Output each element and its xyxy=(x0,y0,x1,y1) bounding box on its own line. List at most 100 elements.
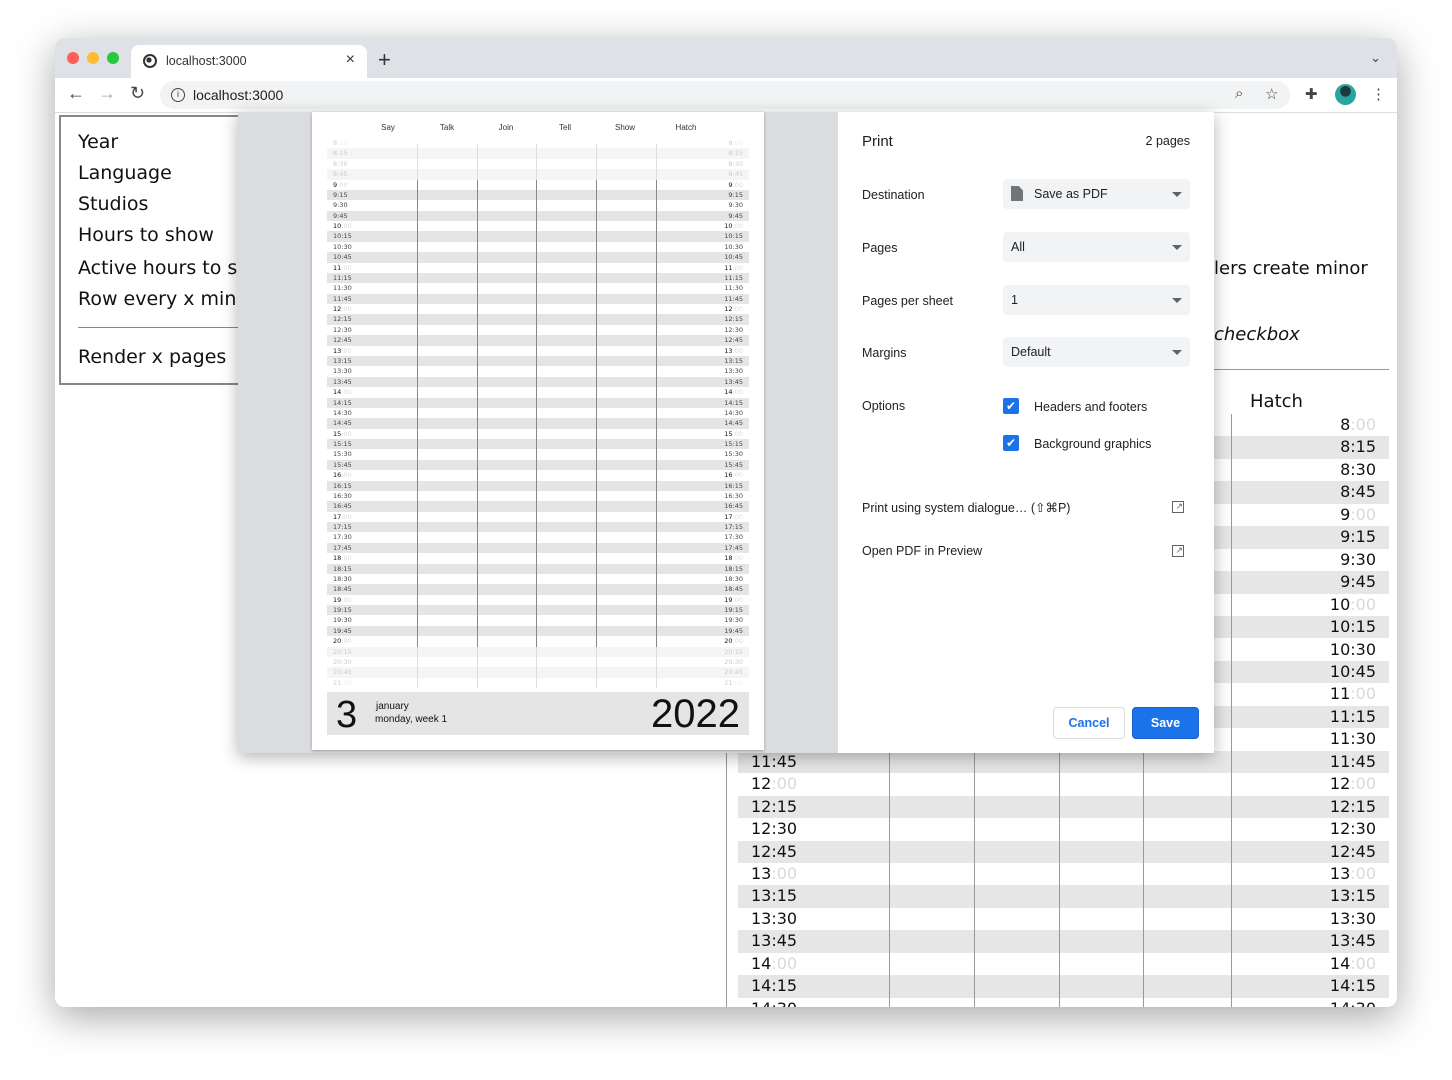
options-label: Options xyxy=(862,399,906,413)
preview-row: 13:30 13:30 xyxy=(327,366,749,376)
tab-close-icon[interactable]: × xyxy=(346,51,355,69)
avatar[interactable] xyxy=(1335,84,1356,105)
time-label: 19:30 xyxy=(724,616,743,625)
time-label: 15:15 xyxy=(724,440,743,449)
time-label: 8:45 xyxy=(1340,482,1376,502)
time-label: 18:00 xyxy=(724,554,743,563)
back-icon[interactable]: ← xyxy=(67,83,85,104)
preview-row: 12:15 12:15 xyxy=(327,314,749,325)
time-label: 20:00 xyxy=(724,637,743,646)
tab-search-chevron-icon[interactable]: ⌄ xyxy=(1370,50,1381,66)
setting-studios[interactable]: Studios xyxy=(78,193,148,215)
margins-select[interactable]: Default xyxy=(1003,337,1190,367)
time-label: 13:00 xyxy=(333,346,352,355)
time-label: 13:45 xyxy=(1329,931,1376,951)
forward-icon[interactable]: → xyxy=(98,83,116,104)
time-label: 13:45 xyxy=(333,377,352,386)
time-label: 16:45 xyxy=(333,502,352,511)
table-row: 14:15 14:15 xyxy=(738,975,1389,998)
open-external-icon[interactable]: ↗ xyxy=(1172,501,1184,513)
time-label: 20:45 xyxy=(333,668,352,677)
preview-row: 21:00 21:00 xyxy=(327,678,749,688)
tab-title: localhost:3000 xyxy=(166,54,247,68)
preview-column-divider xyxy=(656,144,657,180)
destination-select[interactable]: Save as PDF xyxy=(1003,179,1190,209)
time-label: 17:30 xyxy=(333,533,352,542)
maximize-window-button[interactable] xyxy=(107,52,119,64)
open-pdf-link[interactable]: Open PDF in Preview xyxy=(862,544,982,558)
zoom-icon[interactable]: ⌕ xyxy=(1235,85,1243,102)
preview-column-divider xyxy=(477,646,478,689)
time-label: 17:00 xyxy=(724,512,743,521)
reload-icon[interactable]: ↻ xyxy=(130,83,145,104)
time-label: 13:00 xyxy=(724,346,743,355)
preview-row: 17:15 17:15 xyxy=(327,522,749,533)
preview-row: 15:15 15:15 xyxy=(327,439,749,450)
pages-per-sheet-select[interactable]: 1 xyxy=(1003,285,1190,315)
preview-row: 14:00 14:00 xyxy=(327,387,749,397)
setting-active-hours[interactable]: Active hours to sho xyxy=(78,257,261,279)
headers-footers-label[interactable]: Headers and footers xyxy=(1034,400,1147,414)
time-label: 13:45 xyxy=(724,377,743,386)
setting-year[interactable]: Year xyxy=(78,131,118,153)
time-label: 12:15 xyxy=(751,796,798,816)
pages-select[interactable]: All xyxy=(1003,232,1190,262)
time-label: 14:00 xyxy=(724,388,743,397)
preview-column-divider xyxy=(536,179,537,647)
time-label: 12:15 xyxy=(1329,796,1376,816)
time-label: 16:30 xyxy=(333,491,352,500)
page-content: Year Language Studios Hours to show Acti… xyxy=(55,112,1397,1007)
save-button[interactable]: Save xyxy=(1132,707,1199,739)
table-row: 12:45 12:45 xyxy=(738,840,1389,863)
dropdown-arrow-icon xyxy=(1172,245,1182,250)
time-label: 10:45 xyxy=(724,253,743,262)
headers-footers-checkbox[interactable]: ✔ xyxy=(1003,398,1019,414)
time-label: 8:45 xyxy=(728,170,743,179)
time-label: 18:15 xyxy=(724,564,743,573)
tab-localhost[interactable]: localhost:3000 × xyxy=(131,45,367,78)
time-label: 15:30 xyxy=(333,450,352,459)
open-external-icon[interactable]: ↗ xyxy=(1172,545,1184,557)
cancel-button[interactable]: Cancel xyxy=(1053,707,1125,739)
minimize-window-button[interactable] xyxy=(87,52,99,64)
preview-row: 16:30 16:30 xyxy=(327,491,749,501)
preview-row: 17:00 17:00 xyxy=(327,512,749,522)
table-row: 12:00 12:00 xyxy=(738,773,1389,795)
preview-column-divider xyxy=(536,144,537,180)
star-icon[interactable]: ☆ xyxy=(1265,85,1278,103)
preview-row: 9:00 9:00 xyxy=(327,180,749,190)
time-label: 12:00 xyxy=(1329,774,1376,794)
system-dialog-link[interactable]: Print using system dialogue… (⇧⌘P) xyxy=(862,500,1070,515)
table-row: 14:00 14:00 xyxy=(738,953,1389,975)
time-label: 8:15 xyxy=(1340,437,1376,457)
preview-row: 18:00 18:00 xyxy=(327,553,749,563)
time-label: 18:30 xyxy=(724,574,743,583)
setting-render-pages[interactable]: Render x pages xyxy=(78,346,226,368)
extensions-icon[interactable]: ✚ xyxy=(1305,85,1318,103)
time-label: 13:15 xyxy=(333,356,352,365)
time-label: 11:00 xyxy=(1329,684,1376,704)
background-graphics-checkbox[interactable]: ✔ xyxy=(1003,435,1019,451)
info-icon[interactable]: i xyxy=(171,88,185,102)
menu-icon[interactable]: ⋮ xyxy=(1371,85,1386,103)
time-label: 10:00 xyxy=(724,222,743,231)
time-label: 13:00 xyxy=(751,864,798,883)
time-label: 9:00 xyxy=(1340,504,1376,524)
pages-per-sheet-label: Pages per sheet xyxy=(862,294,954,308)
setting-language[interactable]: Language xyxy=(78,162,172,184)
time-label: 12:45 xyxy=(724,336,743,345)
time-label: 11:30 xyxy=(1329,729,1376,749)
preview-row: 10:30 10:30 xyxy=(327,242,749,252)
preview-column-header: Talk xyxy=(439,123,455,132)
close-window-button[interactable] xyxy=(67,52,79,64)
background-graphics-label[interactable]: Background graphics xyxy=(1034,437,1151,451)
new-tab-button[interactable]: + xyxy=(378,47,391,73)
preview-year: 2022 xyxy=(651,692,740,736)
setting-hours-to-show[interactable]: Hours to show xyxy=(78,224,214,246)
time-label: 20:15 xyxy=(333,647,352,656)
time-label: 20:45 xyxy=(724,668,743,677)
address-bar[interactable]: i localhost:3000 ⌕ ☆ xyxy=(160,81,1290,109)
preview-row: 12:30 12:30 xyxy=(327,325,749,335)
time-label: 17:15 xyxy=(333,523,352,532)
time-label: 10:15 xyxy=(724,232,743,241)
